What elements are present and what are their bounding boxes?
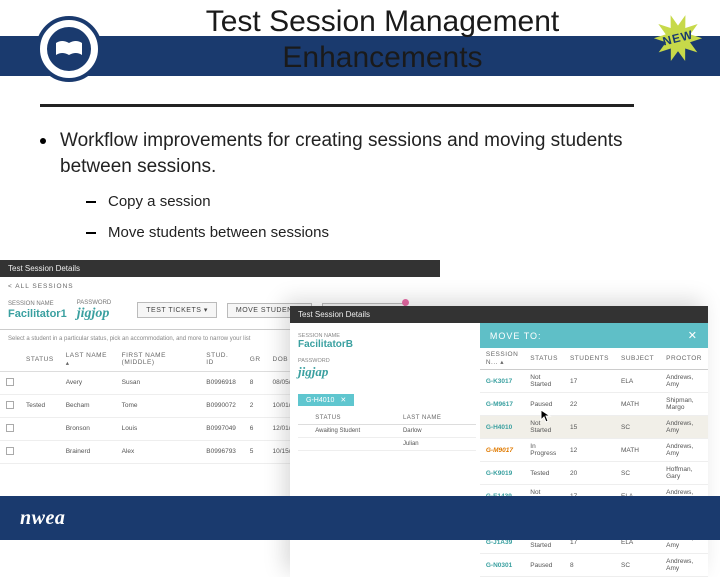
label-session-name: SESSION NAME: [8, 301, 67, 308]
dash-icon: [86, 201, 96, 203]
checkbox[interactable]: [6, 447, 14, 455]
sub-bullet-2-text: Move students between sessions: [108, 224, 329, 241]
col-header[interactable]: STATUS: [524, 348, 564, 370]
session-name: Facilitator1: [8, 308, 67, 320]
close-icon[interactable]: ✕: [688, 329, 698, 342]
screenshot2-titlebar: Test Session Details: [290, 306, 708, 323]
test-tickets-button[interactable]: TEST TICKETS ▾: [137, 302, 217, 318]
book-icon: [54, 39, 84, 59]
bullet-dot-icon: [40, 138, 46, 144]
cursor-icon: [540, 409, 554, 423]
col-header[interactable]: GR: [244, 348, 267, 372]
header-rule: [40, 104, 634, 107]
highlight-dot-icon: [402, 299, 409, 306]
breadcrumb[interactable]: < ALL SESSIONS: [0, 277, 440, 296]
page-title: Test Session Management Enhancements: [115, 4, 650, 76]
table-row[interactable]: Awaiting StudentDarlow: [298, 425, 476, 438]
filter-pill[interactable]: G-H4010 ✕: [298, 394, 354, 406]
table-row[interactable]: G-M9017In Progress12MATHAndrews, Amy: [480, 439, 708, 462]
col-header[interactable]: SUBJECT: [615, 348, 660, 370]
move-to-table: SESSION N... ▴STATUSSTUDENTSSUBJECTPROCT…: [480, 348, 708, 577]
col-header[interactable]: LAST NAME: [399, 412, 476, 425]
body-content: Workflow improvements for creating sessi…: [40, 128, 680, 241]
col-header[interactable]: STUD. ID: [200, 348, 243, 372]
checkbox[interactable]: [6, 378, 14, 386]
col-header[interactable]: STUDENTS: [564, 348, 615, 370]
col-header[interactable]: LAST NAME ▴: [60, 348, 116, 372]
col-header[interactable]: STATUS: [20, 348, 60, 372]
checkbox[interactable]: [6, 401, 14, 409]
title-line-1: Test Session Management: [206, 5, 560, 38]
col-header[interactable]: PROCTOR: [660, 348, 708, 370]
table-row[interactable]: G-N0301Paused8SCAndrews, Amy: [480, 554, 708, 577]
new-badge: NEW: [654, 14, 702, 62]
bullet-main-text: Workflow improvements for creating sessi…: [60, 128, 680, 179]
table-row[interactable]: G-H4010Not Started15SCAndrews, Amy: [480, 416, 708, 439]
col-header[interactable]: SESSION N... ▴: [480, 348, 524, 370]
footer-brand: nwea: [20, 508, 65, 528]
col-header[interactable]: FIRST NAME (MIDDLE): [116, 348, 201, 372]
new-badge-text: NEW: [649, 9, 707, 67]
session-password-b: jigjap: [298, 364, 476, 380]
title-line-2: Enhancements: [282, 41, 482, 74]
table-row[interactable]: G-K9019Tested20SCHoffman, Gary: [480, 462, 708, 485]
table-row[interactable]: Julian: [298, 438, 476, 451]
dash-icon: [86, 232, 96, 234]
brand-logo: [36, 16, 102, 82]
sub-bullet-2: Move students between sessions: [86, 224, 680, 241]
sub-bullet-1-text: Copy a session: [108, 193, 211, 210]
slide-header: Test Session Management Enhancements NEW: [0, 0, 720, 95]
screenshot1-titlebar: Test Session Details: [0, 260, 440, 277]
footer-bar: nwea: [0, 496, 720, 540]
session-password: jigjop: [77, 307, 112, 321]
move-to-title: MOVE TO:: [490, 331, 542, 341]
col-header[interactable]: STATUS: [311, 412, 399, 425]
checkbox[interactable]: [6, 424, 14, 432]
session-name-b: FacilitatorB: [298, 339, 476, 350]
table-row[interactable]: G-K3017Not Started17ELAAndrews, Amy: [480, 370, 708, 393]
col-header[interactable]: [0, 348, 20, 372]
bullet-main: Workflow improvements for creating sessi…: [40, 128, 680, 179]
selected-students-table: STATUSLAST NAME Awaiting StudentDarlowJu…: [298, 412, 476, 451]
move-to-header: MOVE TO: ✕: [480, 323, 708, 348]
sub-bullet-1: Copy a session: [86, 193, 680, 210]
col-header[interactable]: [298, 412, 311, 425]
close-icon[interactable]: ✕: [340, 397, 346, 404]
table-row[interactable]: G-M9617Paused22MATHShipman, Margo: [480, 393, 708, 416]
filter-pill-text: G-H4010: [306, 397, 334, 404]
